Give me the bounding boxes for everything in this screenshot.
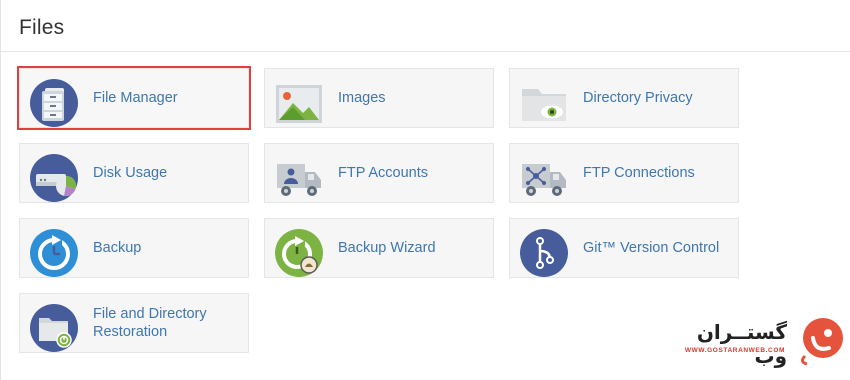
brand-watermark: گستــران وب WWW.GOSTARANWEB.COM: [684, 316, 847, 368]
brand-name: گستــران وب: [696, 320, 787, 368]
tile-ftp-connections[interactable]: FTP Connections: [509, 143, 739, 203]
tile-label: Git™ Version Control: [583, 240, 720, 256]
section-title: Files: [19, 16, 65, 39]
brand-url: WWW.GOSTARANWEB.COM: [684, 347, 785, 354]
images-icon: [275, 79, 323, 127]
backup-icon: [30, 229, 78, 277]
file-manager-icon: [30, 79, 78, 127]
tile-label: FTP Connections: [583, 165, 695, 181]
tile-file-manager[interactable]: File Manager: [17, 66, 251, 130]
tile-directory-privacy[interactable]: Directory Privacy: [509, 68, 739, 128]
git-icon: [520, 229, 568, 277]
brand-logo-icon: [795, 316, 847, 366]
files-panel: Files File Manager Images Directory Priv…: [0, 0, 850, 380]
tile-label: Disk Usage: [93, 165, 168, 181]
tile-images[interactable]: Images: [264, 68, 494, 128]
restoration-icon: [30, 304, 78, 352]
tile-backup[interactable]: Backup: [19, 218, 249, 278]
tile-label: FTP Accounts: [338, 165, 428, 181]
tile-file-directory-restoration[interactable]: File and Directory Restoration: [19, 293, 249, 353]
tile-ftp-accounts[interactable]: FTP Accounts: [264, 143, 494, 203]
disk-usage-icon: [30, 154, 78, 202]
tile-label: Backup Wizard: [338, 240, 436, 256]
tile-disk-usage[interactable]: Disk Usage: [19, 143, 249, 203]
tile-backup-wizard[interactable]: Backup Wizard: [264, 218, 494, 278]
ftp-connections-icon: [520, 154, 568, 202]
ftp-accounts-icon: [275, 154, 323, 202]
tile-git-version-control[interactable]: Git™ Version Control: [509, 218, 739, 278]
panel-header: Files: [1, 0, 850, 52]
tile-label: Directory Privacy: [583, 90, 693, 106]
tile-label: Images: [338, 90, 386, 106]
tile-label: File Manager: [93, 90, 178, 106]
backup-wizard-icon: [275, 229, 323, 277]
directory-privacy-icon: [520, 79, 568, 127]
tile-label: File and Directory Restoration: [93, 306, 207, 340]
tile-label: Backup: [93, 240, 142, 256]
